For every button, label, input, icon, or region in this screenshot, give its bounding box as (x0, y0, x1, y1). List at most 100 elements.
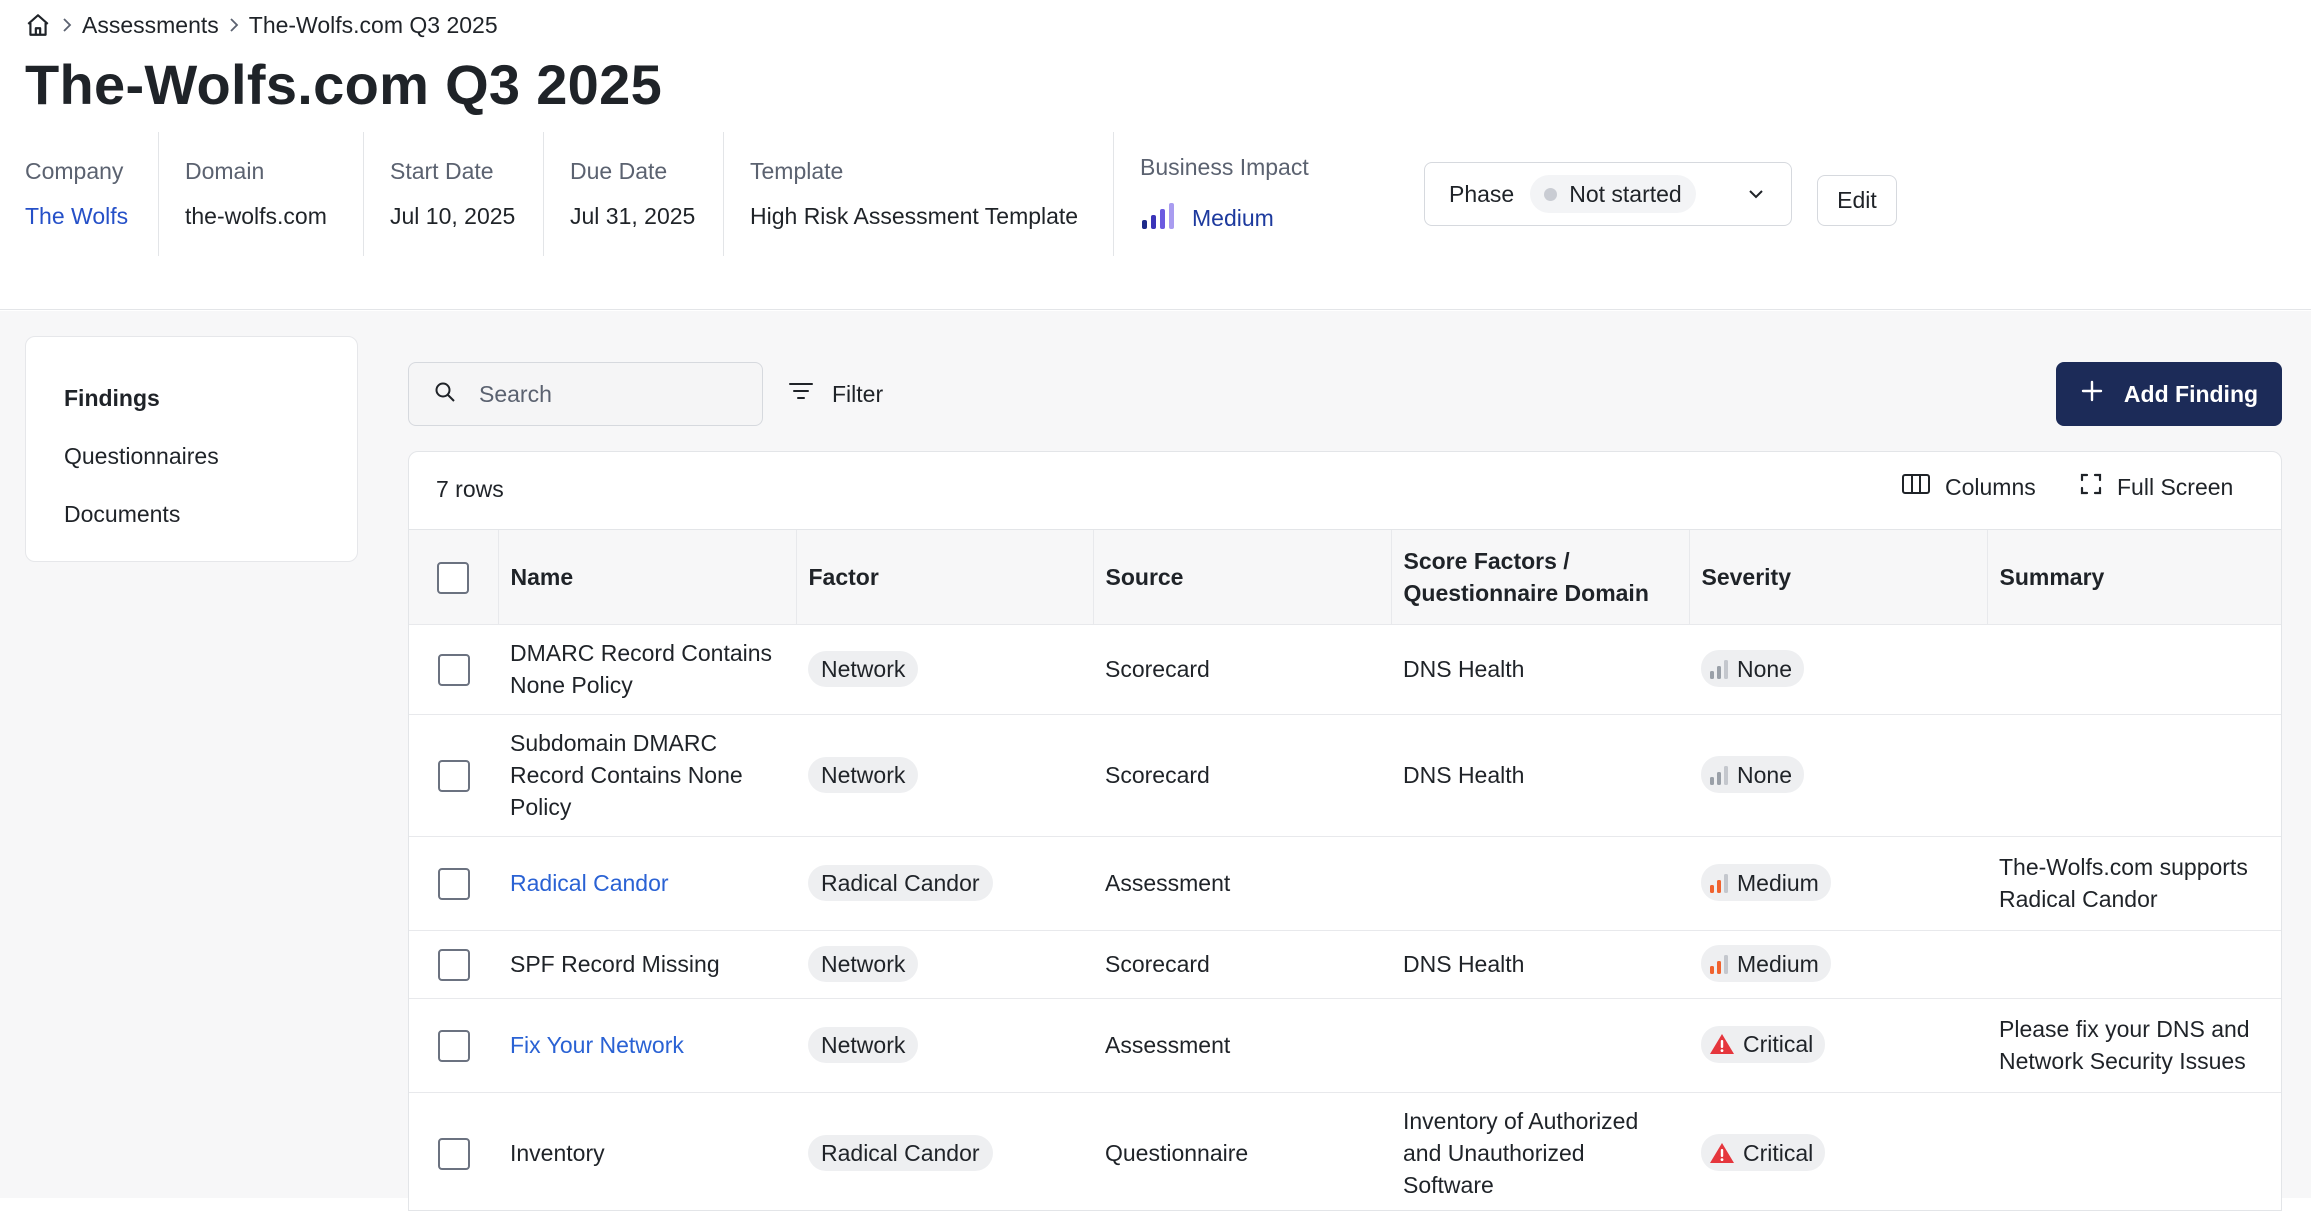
signal-bars-icon (1709, 764, 1729, 786)
row-checkbox[interactable] (437, 867, 470, 900)
row-select-cell (409, 929, 498, 998)
table-row[interactable]: Inventory Radical Candor Questionnaire Inve… (409, 1091, 2281, 1210)
severity-badge: Medium (1701, 864, 1831, 902)
summary-cell (1987, 713, 2281, 836)
search-icon (433, 380, 457, 409)
status-dot-icon (1544, 187, 1558, 201)
breadcrumb: Assessments The-Wolfs.com Q3 2025 (24, 10, 498, 40)
due-date-value: Jul 31, 2025 (570, 203, 696, 229)
findings-table: Name Factor Source Score Factors / Quest… (409, 530, 2281, 1210)
domain-cell (1391, 997, 1689, 1092)
factor-cell: Network (796, 623, 1093, 714)
severity-label: Medium (1737, 950, 1819, 977)
add-finding-label: Add Finding (2123, 380, 2259, 407)
search-box (408, 362, 763, 426)
business-impact-label: Business Impact (1140, 154, 1309, 180)
nav-item-questionnaires[interactable]: Questionnaires (26, 427, 357, 485)
warning-icon (1709, 1141, 1735, 1165)
column-header-domain[interactable]: Score Factors / Questionnaire Domain (1391, 530, 1690, 624)
breadcrumb-current: The-Wolfs.com Q3 2025 (248, 11, 498, 38)
findings-table-card: 7 rows Columns Full Screen Name Factor S… (408, 451, 2282, 1211)
column-header-name[interactable]: Name (498, 530, 797, 624)
phase-select[interactable]: Phase Not started (1424, 162, 1792, 226)
column-header-summary[interactable]: Summary (1987, 530, 2281, 624)
table-row[interactable]: SPF Record Missing Network Scorecard DNS He… (409, 929, 2281, 998)
phase-status-pill: Not started (1530, 175, 1696, 213)
table-toolbar: 7 rows Columns Full Screen (409, 452, 2281, 530)
search-input[interactable] (479, 380, 749, 408)
signal-bars-icon (1709, 872, 1729, 894)
severity-label: None (1737, 655, 1792, 682)
meta-start-date: Start Date Jul 10, 2025 (363, 132, 543, 256)
factor-cell: Network (796, 713, 1093, 836)
add-finding-button[interactable]: Add Finding (2056, 362, 2282, 426)
chevron-right-icon (219, 10, 249, 40)
signal-bars-icon (1709, 953, 1729, 975)
severity-cell: None (1689, 623, 1987, 714)
column-header-severity[interactable]: Severity (1689, 530, 1988, 624)
columns-icon (1901, 472, 1931, 502)
domain-cell: DNS Health (1391, 929, 1689, 998)
row-count: 7 rows (436, 476, 504, 502)
filter-button[interactable]: Filter (788, 362, 883, 426)
row-checkbox[interactable] (437, 1138, 470, 1171)
finding-name[interactable]: Fix Your Network (510, 1032, 684, 1058)
row-select-cell (409, 623, 498, 714)
fullscreen-label: Full Screen (2117, 473, 2234, 500)
columns-button[interactable]: Columns (1901, 472, 2036, 502)
source-cell: Questionnaire (1093, 1091, 1391, 1210)
domain-value: the-wolfs.com (185, 203, 327, 229)
row-checkbox[interactable] (437, 653, 470, 686)
finding-name: SPF Record Missing (510, 951, 720, 977)
template-value: High Risk Assessment Template (750, 203, 1079, 229)
columns-label: Columns (1945, 473, 2036, 500)
start-date-value: Jul 10, 2025 (390, 203, 516, 229)
table-row[interactable]: Radical Candor Radical Candor Assessment Me… (409, 835, 2281, 930)
column-header-source[interactable]: Source (1093, 530, 1392, 624)
factor-tag: Network (808, 757, 919, 793)
row-select-cell (409, 835, 498, 930)
row-checkbox[interactable] (437, 1029, 470, 1062)
factor-tag: Network (808, 946, 919, 982)
table-row[interactable]: Fix Your Network Network Assessment Critica… (409, 997, 2281, 1092)
finding-name: DMARC Record Contains None Policy (510, 640, 773, 698)
template-label: Template (750, 158, 844, 184)
finding-name: Subdomain DMARC Record Contains None Pol… (510, 730, 743, 820)
fullscreen-button[interactable]: Full Screen (2079, 472, 2233, 502)
breadcrumb-assessments[interactable]: Assessments (82, 12, 219, 39)
summary-cell (1987, 623, 2281, 714)
select-all-cell (409, 530, 499, 624)
filter-icon (788, 380, 814, 408)
factor-tag: Radical Candor (808, 865, 993, 901)
finding-name-cell: Fix Your Network (498, 997, 796, 1092)
severity-cell: Medium (1689, 835, 1987, 930)
row-checkbox[interactable] (437, 759, 470, 792)
severity-label: None (1737, 761, 1792, 788)
table-header-row: Name Factor Source Score Factors / Quest… (409, 530, 2281, 624)
row-checkbox[interactable] (437, 948, 470, 981)
severity-label: Critical (1743, 1139, 1814, 1166)
finding-name: Inventory (510, 1140, 605, 1167)
section-nav: Findings Questionnaires Documents (25, 336, 358, 562)
row-select-cell (409, 997, 498, 1092)
table-row[interactable]: DMARC Record Contains None Policy Network… (409, 623, 2281, 714)
edit-button[interactable]: Edit (1817, 175, 1897, 226)
meta-template: Template High Risk Assessment Template (723, 132, 1113, 256)
finding-name-cell: SPF Record Missing (498, 929, 796, 998)
summary-cell (1987, 929, 2281, 998)
finding-name[interactable]: Radical Candor (510, 870, 669, 896)
domain-cell: DNS Health (1391, 623, 1689, 714)
finding-name-cell: Inventory (498, 1091, 796, 1210)
nav-item-findings[interactable]: Findings (26, 369, 357, 427)
table-row[interactable]: Subdomain DMARC Record Contains None Pol… (409, 713, 2281, 836)
nav-item-documents[interactable]: Documents (26, 485, 357, 543)
select-all-checkbox[interactable] (437, 561, 470, 594)
company-link[interactable]: The Wolfs (25, 203, 128, 230)
assessment-meta: Company The Wolfs Domain the-wolfs.com S… (0, 132, 1413, 256)
home-icon[interactable] (24, 10, 52, 40)
row-select-cell (409, 713, 498, 836)
fullscreen-icon (2079, 472, 2103, 502)
row-select-cell (409, 1091, 498, 1210)
column-header-factor[interactable]: Factor (796, 530, 1094, 624)
severity-badge: Medium (1701, 945, 1831, 983)
